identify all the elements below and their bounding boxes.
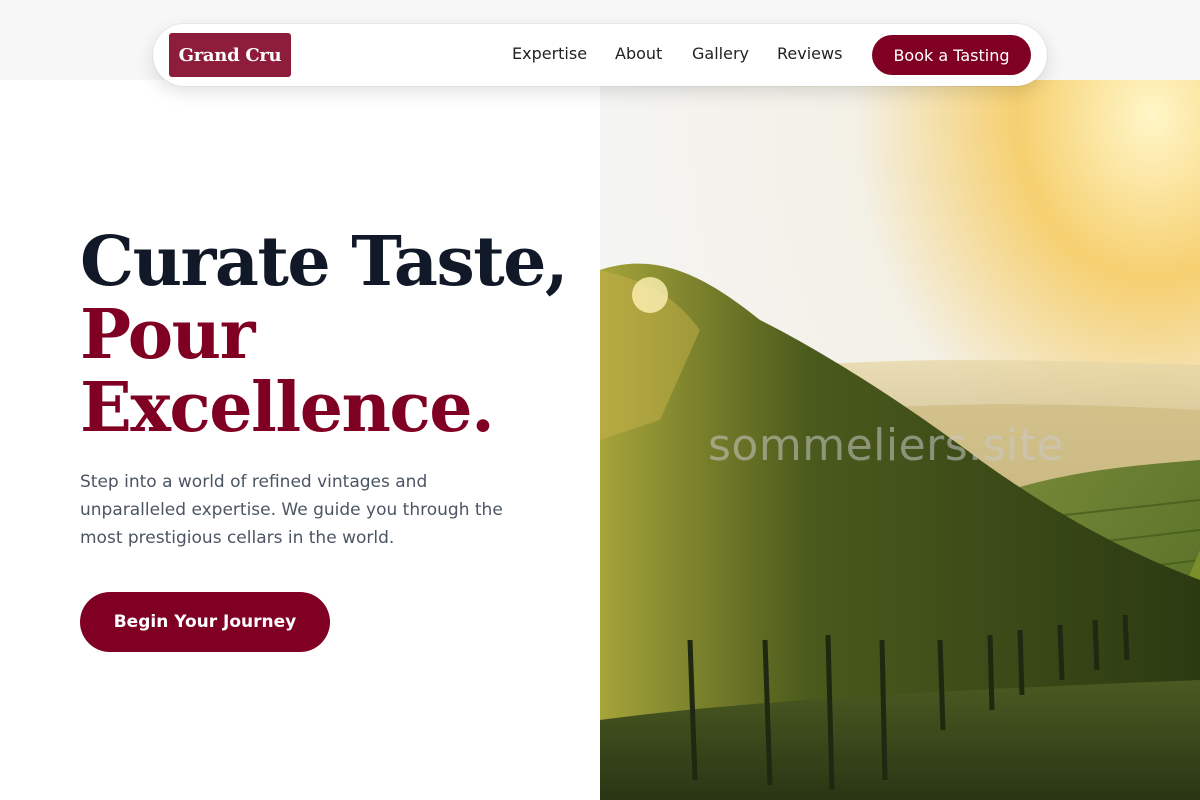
hero-headline: Curate Taste, Pour Excellence. [80,226,580,445]
nav-link-expertise[interactable]: Expertise [512,44,587,63]
navbar: Grand Cru Expertise About Gallery Review… [153,24,1047,86]
nav-link-gallery[interactable]: Gallery [692,44,749,63]
headline-line-1: Curate Taste, [80,222,569,302]
book-tasting-button[interactable]: Book a Tasting [872,35,1031,75]
nav-link-reviews[interactable]: Reviews [777,44,842,63]
headline-line-2: Pour [80,295,255,375]
image-watermark: sommeliers.site [708,420,1065,471]
headline-line-3: Excellence. [80,368,495,448]
vineyard-hero-image: sommeliers.site [600,80,1200,800]
hero-subtext: Step into a world of refined vintages an… [80,472,503,548]
nav-link-about[interactable]: About [615,44,662,63]
begin-journey-button[interactable]: Begin Your Journey [80,592,330,652]
